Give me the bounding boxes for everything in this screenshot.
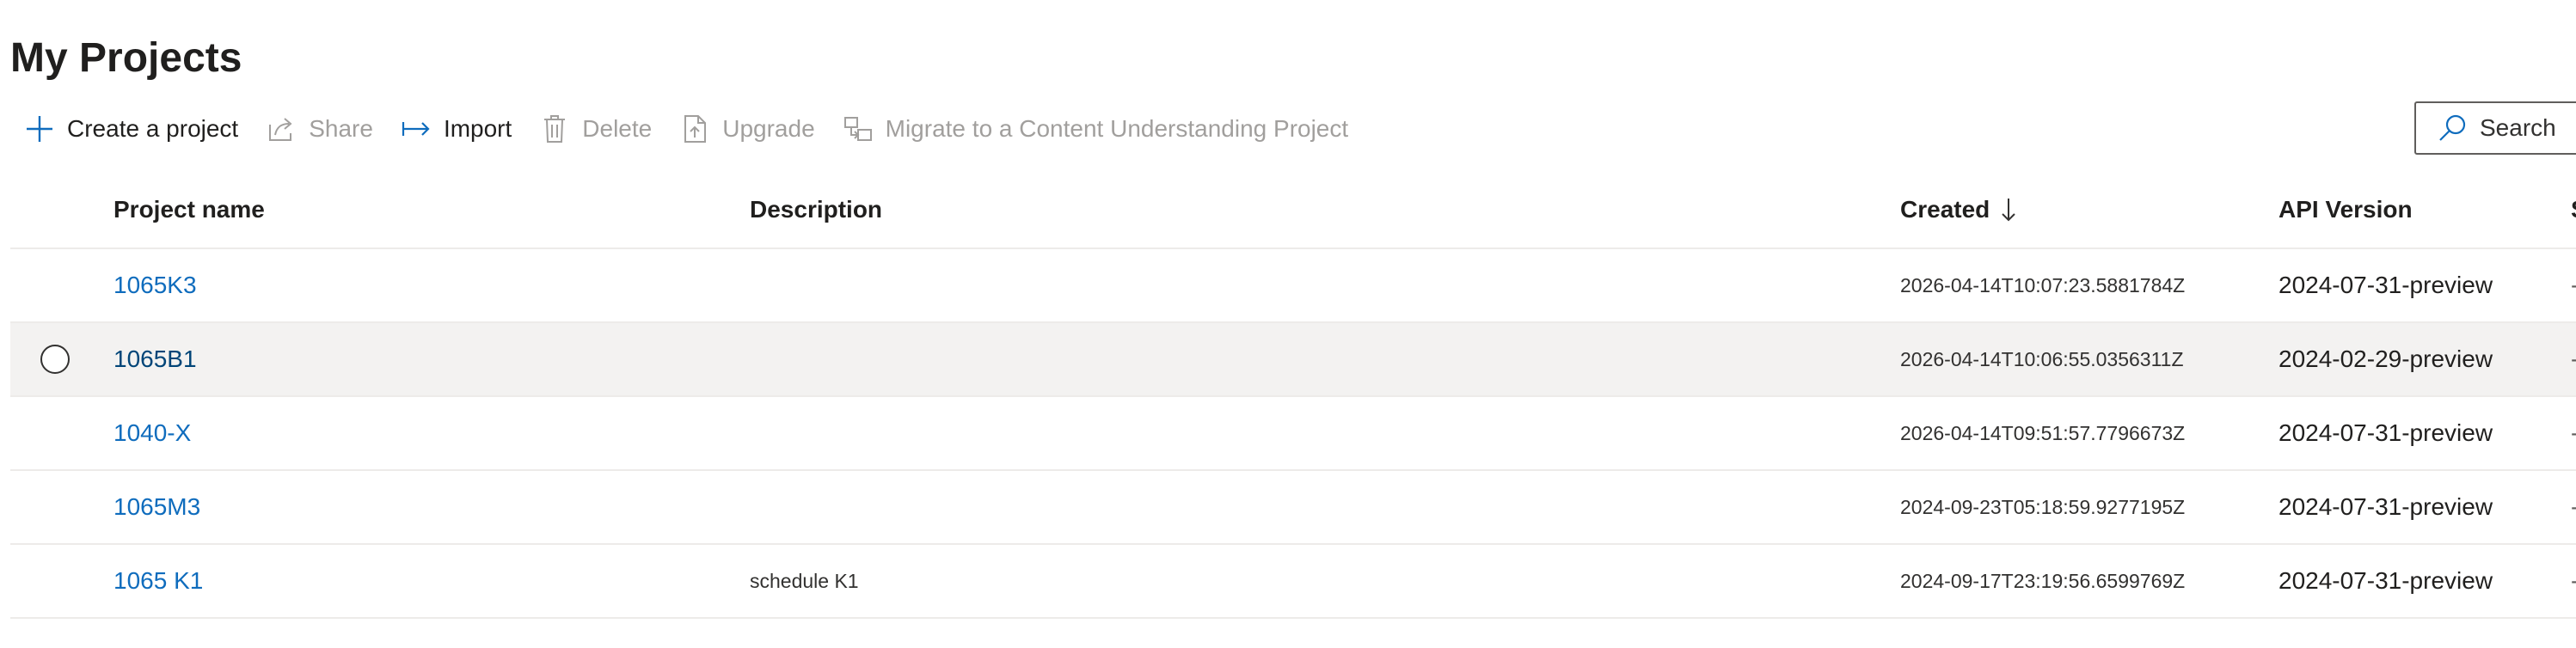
project-api-version: 2024-07-31-preview xyxy=(2279,272,2493,298)
project-created: 2026-04-14T10:06:55.0356311Z xyxy=(1900,347,2184,370)
my-projects-page: My Projects Create a project Share Impor… xyxy=(0,0,2576,648)
column-header-label: Project name xyxy=(113,196,265,223)
project-name-link[interactable]: 1040-X xyxy=(113,419,191,447)
migrate-button[interactable]: Migrate to a Content Understanding Proje… xyxy=(829,101,1363,156)
table-row[interactable]: 1065B1 2026-04-14T10:06:55.0356311Z 2024… xyxy=(10,323,2576,397)
project-status: - xyxy=(2571,493,2576,521)
upgrade-label: Upgrade xyxy=(722,115,815,142)
column-header-label: S xyxy=(2571,196,2576,223)
upgrade-button[interactable]: Upgrade xyxy=(665,101,828,156)
project-created: 2024-09-17T23:19:56.6599769Z xyxy=(1900,569,2186,592)
migrate-icon xyxy=(843,113,874,144)
column-header-created[interactable]: Created xyxy=(1900,172,2017,248)
project-status: - xyxy=(2571,345,2576,373)
project-description: schedule K1 xyxy=(750,569,859,592)
project-created: 2026-04-14T10:07:23.5881784Z xyxy=(1900,273,2186,296)
row-select-cell[interactable] xyxy=(10,249,100,321)
sort-down-arrow-icon xyxy=(2000,197,2017,223)
search-icon xyxy=(2437,113,2468,144)
plus-icon xyxy=(24,113,55,144)
command-bar: Create a project Share Import Delete Upg… xyxy=(10,101,1362,156)
table-row[interactable]: 1065 K1 schedule K1 2024-09-17T23:19:56.… xyxy=(10,545,2576,619)
project-api-version: 2024-07-31-preview xyxy=(2279,567,2493,594)
project-status: - xyxy=(2571,567,2576,595)
project-status: - xyxy=(2571,272,2576,299)
project-name-link[interactable]: 1065K3 xyxy=(113,272,197,299)
upgrade-document-icon xyxy=(679,113,710,144)
create-project-button[interactable]: Create a project xyxy=(10,101,252,156)
row-select-cell[interactable] xyxy=(10,323,100,395)
import-button[interactable]: Import xyxy=(387,101,525,156)
project-name-link[interactable]: 1065B1 xyxy=(113,345,197,373)
share-label: Share xyxy=(309,115,373,142)
column-header-status[interactable]: S xyxy=(2571,172,2576,248)
search-box[interactable]: Search xyxy=(2414,101,2576,155)
row-select-cell[interactable] xyxy=(10,397,100,469)
column-header-project-name[interactable]: Project name xyxy=(113,172,265,248)
table-row[interactable]: 1065K3 2026-04-14T10:07:23.5881784Z 2024… xyxy=(10,249,2576,323)
share-button[interactable]: Share xyxy=(252,101,387,156)
table-row[interactable]: 1040-X 2026-04-14T09:51:57.7796673Z 2024… xyxy=(10,397,2576,471)
create-project-label: Create a project xyxy=(67,115,239,142)
table-row[interactable]: 1065M3 2024-09-23T05:18:59.9277195Z 2024… xyxy=(10,471,2576,545)
project-name-link[interactable]: 1065M3 xyxy=(113,493,200,521)
project-status: - xyxy=(2571,419,2576,447)
column-header-label: Created xyxy=(1900,196,1990,223)
import-label: Import xyxy=(443,115,512,142)
column-header-api-version[interactable]: API Version xyxy=(2279,172,2413,248)
project-api-version: 2024-07-31-preview xyxy=(2279,493,2493,520)
column-header-label: API Version xyxy=(2279,196,2413,223)
page-title: My Projects xyxy=(10,35,242,81)
project-name-link[interactable]: 1065 K1 xyxy=(113,567,203,595)
search-label: Search xyxy=(2480,114,2556,141)
trash-icon xyxy=(539,113,570,144)
delete-label: Delete xyxy=(582,115,653,142)
projects-table: Project name Description Created API Ver… xyxy=(10,172,2576,619)
project-api-version: 2024-07-31-preview xyxy=(2279,419,2493,446)
row-select-cell[interactable] xyxy=(10,471,100,543)
table-header: Project name Description Created API Ver… xyxy=(10,172,2576,249)
row-select-cell[interactable] xyxy=(10,545,100,617)
share-icon xyxy=(266,113,297,144)
import-arrow-icon xyxy=(401,113,432,144)
project-api-version: 2024-02-29-preview xyxy=(2279,345,2493,372)
delete-button[interactable]: Delete xyxy=(525,101,665,156)
radio-circle-icon[interactable] xyxy=(40,345,70,374)
migrate-label: Migrate to a Content Understanding Proje… xyxy=(885,115,1349,142)
column-header-label: Description xyxy=(750,196,883,223)
column-header-description[interactable]: Description xyxy=(750,172,882,248)
project-created: 2026-04-14T09:51:57.7796673Z xyxy=(1900,421,2186,444)
project-created: 2024-09-23T05:18:59.9277195Z xyxy=(1900,495,2186,518)
